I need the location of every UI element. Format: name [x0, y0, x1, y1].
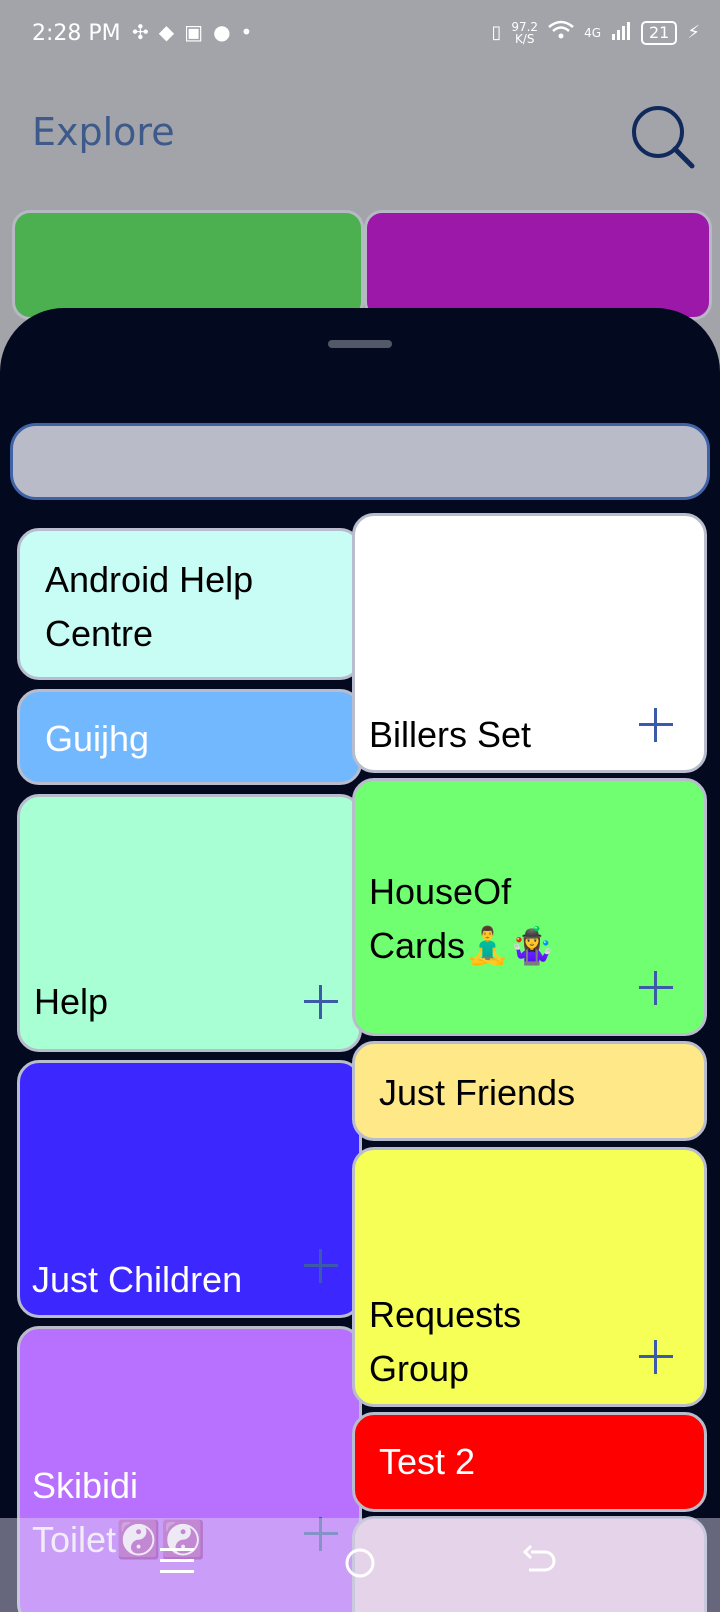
status-bar: 2:28 PM ✣◆▣●• ▯ 97.2 K/S 4G 21 ⚡: [0, 0, 720, 72]
menu-icon[interactable]: [160, 1546, 194, 1580]
add-icon[interactable]: [639, 708, 673, 742]
navigation-bar: [0, 1518, 720, 1612]
group-card-billers-set[interactable]: Billers Set: [352, 513, 707, 773]
card-label: Test 2: [379, 1441, 476, 1482]
app-icon: ◆: [158, 20, 185, 44]
pay-icon: ▣: [184, 20, 214, 44]
card-label: Just Children: [32, 1259, 243, 1300]
group-card-just-friends[interactable]: Just Friends: [352, 1041, 707, 1141]
group-card-just-children[interactable]: Just Children: [17, 1060, 362, 1318]
sheet-drag-handle[interactable]: [328, 340, 392, 348]
card-label: Android Help Centre: [45, 559, 254, 654]
battery-indicator: 21: [641, 20, 678, 45]
bottom-sheet: Android Help Centre Guijhg Help Just Chi…: [0, 308, 720, 1612]
charging-icon: ⚡: [687, 22, 700, 43]
home-icon[interactable]: [343, 1546, 377, 1584]
wifi-icon: [548, 20, 574, 45]
group-card-help[interactable]: Help: [17, 794, 362, 1052]
back-icon[interactable]: [522, 1544, 557, 1582]
net-speed: 97.2 K/S: [511, 21, 538, 45]
group-card-android-help-centre[interactable]: Android Help Centre: [17, 528, 362, 680]
add-icon[interactable]: [304, 1249, 338, 1283]
add-icon[interactable]: [304, 985, 338, 1019]
add-icon[interactable]: [639, 971, 673, 1005]
status-time: 2:28 PM: [32, 21, 121, 46]
chat-icon: ●: [213, 20, 241, 44]
dot-icon: •: [240, 20, 263, 44]
network-type: 4G: [584, 25, 601, 40]
search-icon: [632, 106, 695, 169]
add-icon[interactable]: [639, 1340, 673, 1374]
signal-icon: [611, 20, 631, 45]
card-label: Just Friends: [379, 1072, 576, 1113]
page-title: Explore: [32, 110, 175, 154]
group-card-test-2[interactable]: Test 2: [352, 1412, 707, 1512]
card-label: Requests Group: [369, 1294, 522, 1389]
search-button[interactable]: [628, 102, 698, 172]
card-label: Guijhg: [45, 718, 150, 759]
fan-icon: ✣: [132, 20, 159, 44]
group-card-guijhg[interactable]: Guijhg: [17, 689, 362, 785]
card-label: Billers Set: [369, 714, 532, 755]
search-input[interactable]: [10, 423, 710, 500]
group-card-requests-group[interactable]: Requests Group: [352, 1147, 707, 1407]
status-right: ▯ 97.2 K/S 4G 21 ⚡: [491, 20, 700, 45]
card-label: Help: [34, 981, 109, 1022]
card-label: HouseOf Cards🧘‍♂️🤹‍♀️: [369, 871, 555, 966]
notification-icons: ✣◆▣●•: [132, 20, 262, 44]
background-card: [364, 210, 712, 320]
net-speed-unit: K/S: [514, 31, 535, 46]
group-card-house-of-cards[interactable]: HouseOf Cards🧘‍♂️🤹‍♀️: [352, 778, 707, 1036]
background-card: [12, 210, 364, 320]
vibrate-icon: ▯: [491, 22, 502, 43]
